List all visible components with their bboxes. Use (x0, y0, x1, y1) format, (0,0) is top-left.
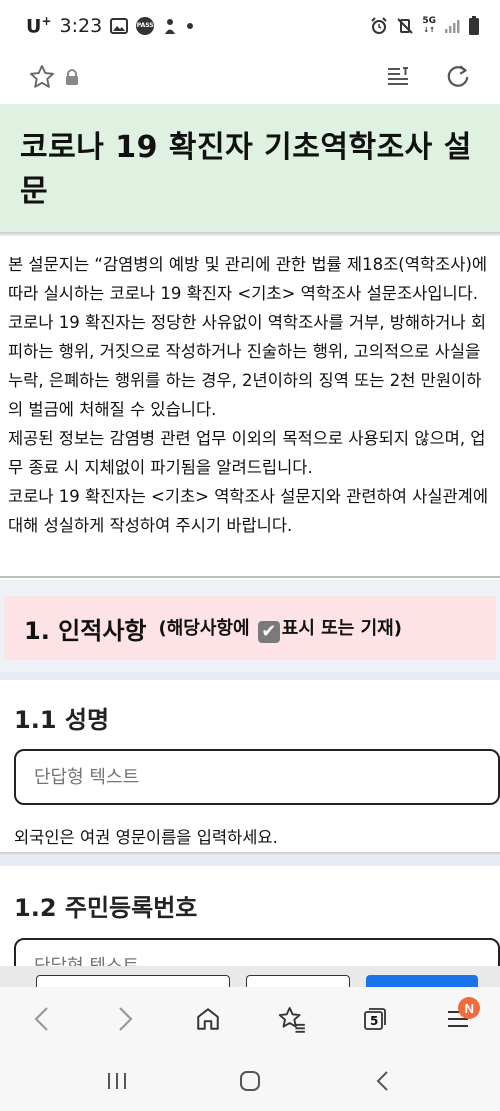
tab-count: 5 (369, 1014, 379, 1028)
dot-icon (186, 22, 194, 30)
section-note: (해당사항에 ✔ 표시 또는 기재) (159, 614, 402, 643)
star-icon[interactable] (24, 59, 60, 95)
pass-app-icon: PASS (136, 16, 155, 35)
system-home-icon[interactable] (226, 1057, 274, 1105)
section-title: 1. 인적사항 (24, 616, 147, 645)
bookmarks-icon[interactable] (268, 995, 316, 1043)
carrier-plus: + (41, 14, 52, 29)
status-right: 5G ↓↑ (370, 16, 480, 36)
form-title: 코로나 19 확진자 기초역학조사 설문 (20, 130, 472, 209)
section-note-prefix: (해당사항에 (158, 617, 256, 639)
name-input[interactable] (14, 749, 500, 805)
carrier-label: U+ (26, 14, 52, 37)
reader-mode-icon[interactable] (380, 59, 416, 95)
network-arrows: ↓↑ (423, 26, 436, 34)
check-mark-icon: ✔ (257, 620, 280, 643)
signal-icon (444, 18, 460, 34)
vibrate-mute-icon (396, 17, 414, 35)
system-back-icon[interactable] (359, 1057, 407, 1105)
intro-paragraph: 코로나 19 확진자는 <기초> 역학조사 설문지와 관련하여 사실관계에 대해… (8, 487, 489, 535)
browser-toolbar (0, 52, 500, 102)
clock: 3:23 (59, 14, 103, 37)
intro-paragraph: 본 설문지는 “감염병의 예방 및 관리에 관한 법률 제18조(역학조사)에 … (8, 255, 488, 303)
recents-icon[interactable] (93, 1057, 141, 1105)
question-title: 1.2 주민등록번호 (14, 894, 198, 922)
forward-icon[interactable] (101, 995, 149, 1043)
alarm-icon (370, 17, 388, 35)
intro-paragraph: 코로나 19 확진자는 정당한 사유없이 역학조사를 거부, 방해하거나 회피하… (8, 313, 487, 419)
question-separator (0, 672, 500, 680)
browser-bottom-nav: 5 N (0, 987, 500, 1051)
status-left: U+ 3:23 PASS (26, 14, 194, 38)
intro-paragraph: 제공된 정보는 감염병 관련 업무 이외의 목적으로 사용되지 않으며, 업무 … (8, 429, 486, 477)
notification-badge: N (458, 997, 481, 1019)
section-note-suffix: 표시 또는 기재) (281, 617, 402, 639)
network-5g-icon: 5G ↓↑ (422, 17, 436, 35)
form-title-card: 코로나 19 확진자 기초역학조사 설문 (0, 104, 500, 234)
home-icon[interactable] (184, 995, 232, 1043)
status-bar: U+ 3:23 PASS 5G ↓↑ (0, 0, 500, 52)
system-nav-bar (0, 1051, 500, 1111)
lock-icon[interactable] (60, 59, 84, 95)
app-notification-icon (162, 17, 178, 35)
form-description: 본 설문지는 “감염병의 예방 및 관리에 관한 법률 제18조(역학조사)에 … (0, 236, 500, 578)
network-label: 5G (422, 16, 436, 26)
carrier-text: U (26, 15, 42, 38)
gallery-icon (110, 17, 129, 34)
tabs-icon[interactable]: 5 (351, 995, 399, 1043)
menu-icon[interactable]: N (434, 995, 482, 1043)
back-icon[interactable] (18, 995, 66, 1043)
question-help-text: 외국인은 여권 영문이름을 입력하세요. (14, 828, 278, 847)
battery-icon (468, 16, 480, 36)
refresh-icon[interactable] (440, 59, 476, 95)
section-header-personal-info: 1. 인적사항 (해당사항에 ✔ 표시 또는 기재) (4, 596, 496, 660)
question-separator (0, 856, 500, 866)
question-title: 1.1 성명 (14, 706, 110, 734)
